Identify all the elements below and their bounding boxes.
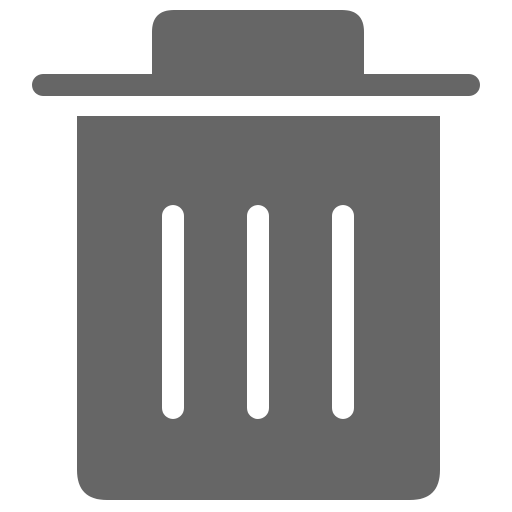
trash-lid-handle [152, 10, 364, 74]
trash-slot [247, 205, 269, 419]
trash-lid-bar [32, 74, 480, 96]
trash-slot [162, 205, 184, 419]
trash-lid [32, 10, 480, 96]
trash-icon[interactable] [0, 0, 512, 512]
trash-slot [332, 205, 354, 419]
icon-canvas [0, 0, 512, 512]
